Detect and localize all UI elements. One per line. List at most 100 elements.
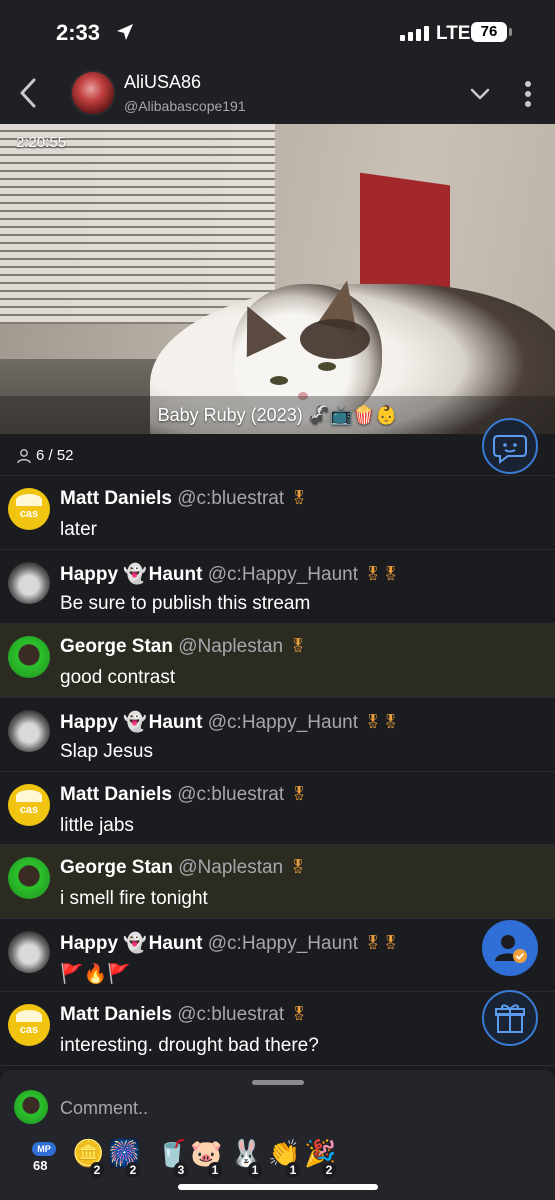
cat-eye-right — [318, 362, 336, 371]
message-author[interactable]: Happy 👻 Haunt @c:Happy_Haunt 🎖🎖 — [60, 562, 400, 586]
message-text: 🚩🔥🚩 — [60, 964, 131, 985]
message-author[interactable]: George Stan @Naplestan 🎖 — [60, 857, 307, 879]
stream-header: AliUSA86 @Alibabascope191 — [0, 62, 555, 124]
message-text: later — [60, 519, 97, 540]
chevron-down-icon[interactable] — [468, 82, 492, 106]
status-time: 2:33 — [56, 20, 101, 45]
clap-icon[interactable]: 👏 1 — [264, 1136, 304, 1180]
rank-badge-icon: 🎖🎖 — [364, 934, 400, 950]
more-vertical-icon[interactable] — [518, 78, 538, 110]
chat-message[interactable]: George Stan @Naplestan 🎖 i smell fire toni… — [0, 845, 555, 919]
ghost-icon: 👻 — [123, 712, 148, 733]
rank-badge-icon: 🎖🎖 — [364, 713, 400, 729]
channel-handle[interactable]: @Alibabascope191 — [124, 98, 246, 114]
mp-count: 68 — [33, 1158, 48, 1173]
avatar-logo-text: cas — [19, 508, 39, 520]
avatar-logo-text: cas — [19, 1024, 39, 1036]
message-author[interactable]: George Stan @Naplestan 🎖 — [60, 636, 307, 658]
channel-avatar[interactable] — [70, 70, 116, 116]
display-name-part: Haunt — [148, 564, 203, 585]
user-avatar[interactable] — [8, 857, 50, 899]
chat-message[interactable]: cas Matt Daniels @c:bluestrat 🎖 interesting… — [0, 992, 555, 1066]
user-avatar[interactable] — [8, 710, 50, 752]
author-display-name: George Stan — [60, 857, 173, 878]
user-avatar[interactable] — [8, 931, 50, 973]
reaction-count: 1 — [286, 1162, 300, 1178]
mp-badge[interactable]: MP — [32, 1142, 56, 1156]
battery-nub — [509, 28, 512, 36]
verified-user-icon — [495, 935, 527, 963]
channel-name[interactable]: AliUSA86 — [124, 72, 201, 93]
author-display-name: Happy 👻 Haunt — [60, 933, 202, 954]
comment-panel: MP 68 🪙2🎆2🥤3🐷1🐰1👏1🎉2 — [0, 1070, 555, 1200]
user-avatar[interactable] — [8, 636, 50, 678]
chat-message[interactable]: cas Matt Daniels @c:bluestrat 🎖 little jabs — [0, 772, 555, 845]
back-chevron-icon[interactable] — [14, 74, 44, 112]
viewer-bar: 6 / 52 — [0, 434, 555, 476]
author-display-name: Happy 👻 Haunt — [60, 564, 202, 585]
network-label: LTE — [436, 23, 471, 44]
cat-patch — [300, 319, 370, 359]
viewer-count: 6 / 52 — [36, 447, 74, 464]
chat-toggle-button[interactable] — [482, 418, 538, 474]
chat-message[interactable]: cas Matt Daniels @c:bluestrat 🎖 later — [0, 476, 555, 550]
user-avatar[interactable]: cas — [8, 784, 50, 826]
chat-message[interactable]: Happy 👻 Haunt @c:Happy_Haunt 🎖🎖 Be sure to… — [0, 550, 555, 624]
coin-icon[interactable]: 🪙 2 — [68, 1136, 108, 1180]
rank-badge-icon: 🎖 — [289, 637, 307, 653]
user-avatar[interactable] — [8, 562, 50, 604]
drag-handle[interactable] — [252, 1080, 304, 1085]
display-name-part: Happy — [60, 564, 119, 585]
author-display-name: Happy 👻 Haunt — [60, 712, 202, 733]
message-text: good contrast — [60, 667, 176, 688]
ghost-icon: 👻 — [123, 564, 148, 585]
comment-input[interactable] — [60, 1092, 480, 1124]
gift-button[interactable] — [482, 990, 538, 1046]
display-name-part: Happy — [60, 933, 119, 954]
display-name-part: Haunt — [148, 712, 203, 733]
message-author[interactable]: Happy 👻 Haunt @c:Happy_Haunt 🎖🎖 — [60, 710, 400, 734]
message-text: Slap Jesus — [60, 741, 153, 762]
pig-icon[interactable]: 🐷 1 — [186, 1136, 226, 1180]
user-avatar[interactable]: cas — [8, 488, 50, 530]
author-display-name: Matt Daniels — [60, 488, 172, 509]
chat-bubble-icon — [493, 435, 527, 464]
user-avatar[interactable]: cas — [8, 1004, 50, 1046]
message-author[interactable]: Matt Daniels @c:bluestrat 🎖 — [60, 1004, 308, 1026]
rank-badge-icon: 🎖🎖 — [364, 565, 400, 581]
chat-message[interactable]: George Stan @Naplestan 🎖 good contrast — [0, 624, 555, 698]
message-author[interactable]: Matt Daniels @c:bluestrat 🎖 — [60, 488, 308, 510]
message-text: little jabs — [60, 815, 134, 836]
avatar-logo-text: cas — [19, 804, 39, 816]
author-display-name: George Stan — [60, 636, 173, 657]
reaction-count: 1 — [248, 1162, 262, 1178]
gift-icon — [495, 1004, 525, 1033]
profile-button[interactable] — [482, 920, 538, 976]
message-text: Be sure to publish this stream — [60, 593, 311, 614]
fireworks-icon[interactable]: 🎆 2 — [104, 1136, 144, 1180]
chat-message[interactable]: Happy 👻 Haunt @c:Happy_Haunt 🎖🎖 Slap Jesus — [0, 698, 555, 772]
reaction-count: 2 — [322, 1162, 336, 1178]
message-text: i smell fire tonight — [60, 888, 208, 909]
bunny-icon[interactable]: 🐰 1 — [226, 1136, 266, 1180]
rank-badge-icon: 🎖 — [290, 1005, 308, 1021]
video-player[interactable]: 2:20:55 Baby Ruby (2023) 🦨📺🍿👶 — [0, 124, 555, 434]
video-timestamp: 2:20:55 — [16, 134, 67, 151]
window-blinds — [0, 124, 275, 324]
author-handle: @c:Happy_Haunt — [207, 712, 359, 733]
display-name-part: Haunt — [148, 933, 203, 954]
party-icon[interactable]: 🎉 2 — [300, 1136, 340, 1180]
author-handle: @c:Happy_Haunt — [207, 564, 359, 585]
author-handle: @c:Happy_Haunt — [207, 933, 359, 954]
rank-badge-icon: 🎖 — [289, 858, 307, 874]
message-author[interactable]: Happy 👻 Haunt @c:Happy_Haunt 🎖🎖 — [60, 931, 400, 955]
location-arrow-icon — [117, 24, 133, 40]
my-avatar — [14, 1090, 48, 1124]
person-icon — [17, 449, 31, 464]
rank-badge-icon: 🎖 — [290, 785, 308, 801]
ghost-icon: 👻 — [123, 933, 148, 954]
chat-message[interactable]: Happy 👻 Haunt @c:Happy_Haunt 🎖🎖 🚩🔥🚩 — [0, 919, 555, 992]
author-handle: @c:bluestrat — [177, 784, 285, 805]
message-author[interactable]: Matt Daniels @c:bluestrat 🎖 — [60, 784, 308, 806]
display-name-part: Happy — [60, 712, 119, 733]
